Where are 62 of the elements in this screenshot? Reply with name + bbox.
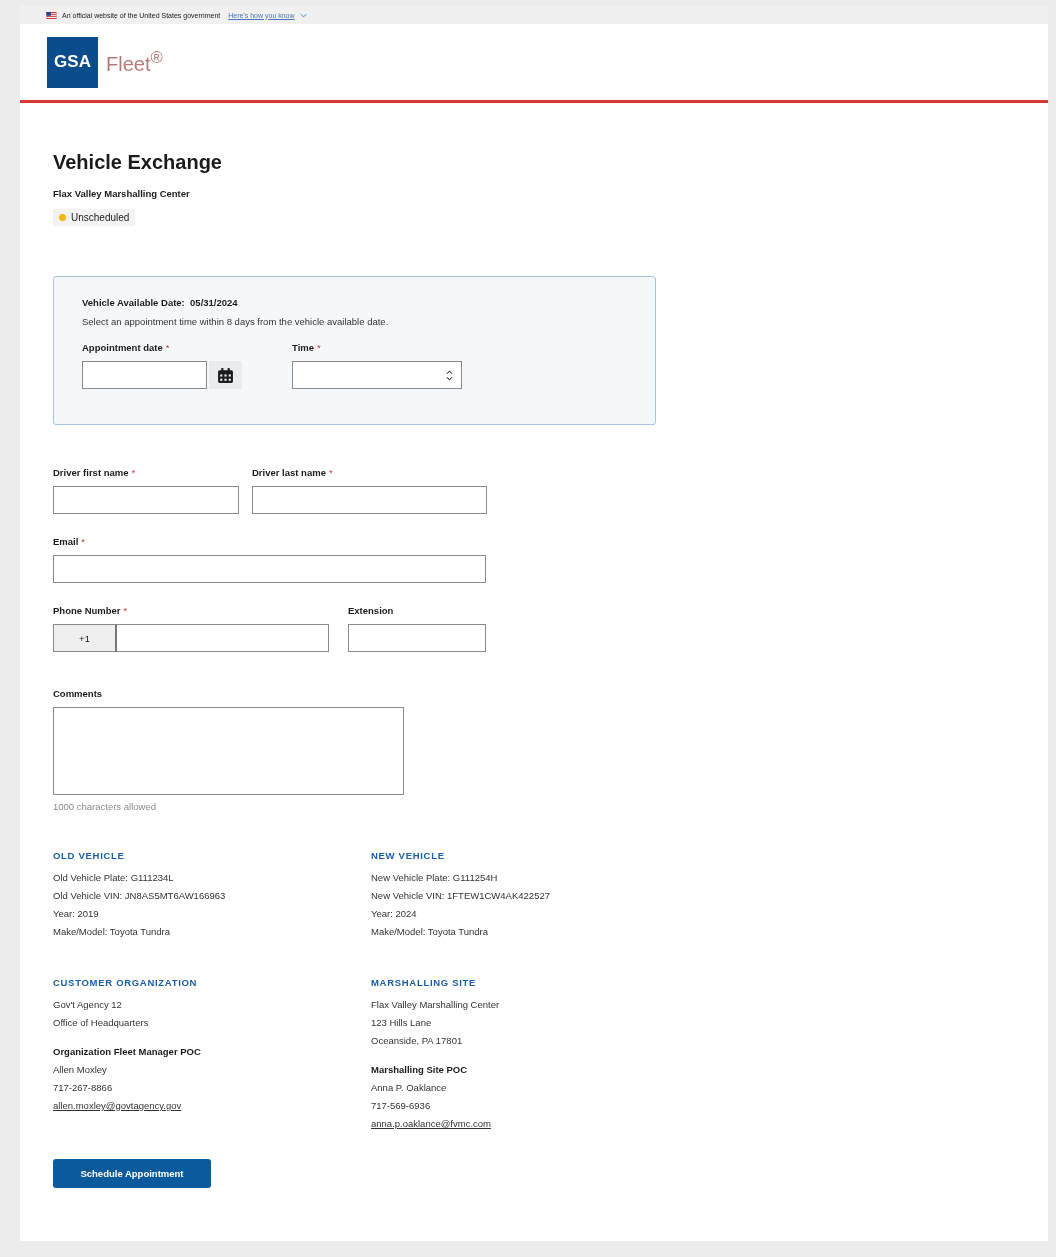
info-line: New Vehicle Plate: G111254H bbox=[371, 871, 499, 885]
date-field[interactable] bbox=[82, 361, 207, 389]
field-label: Phone Number bbox=[53, 605, 121, 616]
field-label: Appointment date bbox=[82, 342, 163, 353]
required-mark: * bbox=[131, 467, 136, 478]
field-label: Comments bbox=[53, 688, 103, 699]
section-heading: OLD VEHICLE bbox=[53, 850, 126, 861]
page-subtitle: Flax Valley Marshalling Center bbox=[53, 188, 191, 199]
page-title: Vehicle Exchange bbox=[53, 151, 223, 174]
section-heading: NEW VEHICLE bbox=[371, 850, 446, 861]
flag-icon bbox=[46, 11, 57, 19]
comments-field[interactable] bbox=[53, 707, 404, 795]
field-label: Email bbox=[53, 536, 79, 547]
time-select[interactable] bbox=[292, 361, 462, 389]
calendar-button[interactable] bbox=[209, 361, 242, 389]
schedule-button[interactable]: Schedule Appointment bbox=[53, 1159, 211, 1188]
available-date: Vehicle Available Date: 05/31/2024 bbox=[82, 297, 239, 308]
calendar-icon bbox=[217, 366, 234, 384]
text-field[interactable] bbox=[252, 486, 487, 514]
required-mark: * bbox=[123, 605, 128, 616]
info-line: Allen Moxley bbox=[53, 1063, 108, 1077]
text-field[interactable] bbox=[53, 555, 486, 583]
country-code: +1 bbox=[53, 624, 117, 652]
chevron-icon[interactable] bbox=[299, 12, 307, 18]
availability-note: Select an appointment time within 8 days from the vehicle available date. bbox=[82, 316, 390, 327]
field-label: Extension bbox=[348, 605, 394, 616]
required-mark: * bbox=[81, 536, 86, 547]
email-link[interactable]: allen.moxley@govtagency.gov bbox=[53, 1100, 182, 1111]
section-heading: MARSHALLING SITE bbox=[371, 977, 478, 988]
text-field[interactable] bbox=[53, 486, 239, 514]
phone-field[interactable] bbox=[117, 624, 329, 652]
field-label: Time bbox=[292, 342, 314, 353]
contact-heading: Marshalling Site POC bbox=[371, 1063, 469, 1077]
updown-icon bbox=[446, 369, 453, 381]
info-line: Anna P. Oaklance bbox=[371, 1081, 448, 1095]
character-hint: 1000 characters allowed bbox=[53, 801, 157, 812]
required-mark: * bbox=[317, 342, 321, 353]
info-line: New Vehicle VIN: 1FTEW1CW4AK422527 bbox=[371, 889, 551, 903]
field-label: Driver last name bbox=[252, 467, 326, 478]
required-mark: * bbox=[328, 467, 333, 478]
info-line: Make/Model: Toyota Tundra bbox=[53, 925, 172, 939]
product-name: Fleet$^{®}$ bbox=[106, 48, 163, 76]
info-line: Flax Valley Marshalling Center bbox=[371, 998, 501, 1012]
logo-mark[interactable]: GSA bbox=[47, 36, 98, 88]
info-line: Year: 2024 bbox=[371, 907, 418, 921]
required-mark: * bbox=[165, 342, 170, 353]
status-label: Unscheduled bbox=[71, 212, 130, 223]
info-line: Make/Model: Toyota Tundra bbox=[371, 925, 490, 939]
field-label: Driver first name bbox=[53, 467, 129, 478]
email-link[interactable]: anna.p.oaklance@fvmc.com bbox=[371, 1118, 491, 1129]
section-heading: CUSTOMER ORGANIZATION bbox=[53, 977, 199, 988]
contact-heading: Organization Fleet Manager POC bbox=[53, 1045, 202, 1059]
text-field[interactable] bbox=[348, 624, 486, 652]
info-line: Office of Headquarters bbox=[53, 1016, 150, 1030]
info-line: Old Vehicle Plate: G111234L bbox=[53, 871, 175, 885]
info-line: Oceanside, PA 17801 bbox=[371, 1034, 464, 1048]
info-line: 717-569-6936 bbox=[371, 1099, 432, 1113]
info-line: 123 Hills Lane bbox=[371, 1016, 433, 1030]
info-line: Year: 2019 bbox=[53, 907, 100, 921]
info-line: Gov't Agency 12 bbox=[53, 998, 123, 1012]
info-line: 717-267-8866 bbox=[53, 1081, 114, 1095]
info-line: Old Vehicle VIN: JN8AS5MT6AW166963 bbox=[53, 889, 227, 903]
